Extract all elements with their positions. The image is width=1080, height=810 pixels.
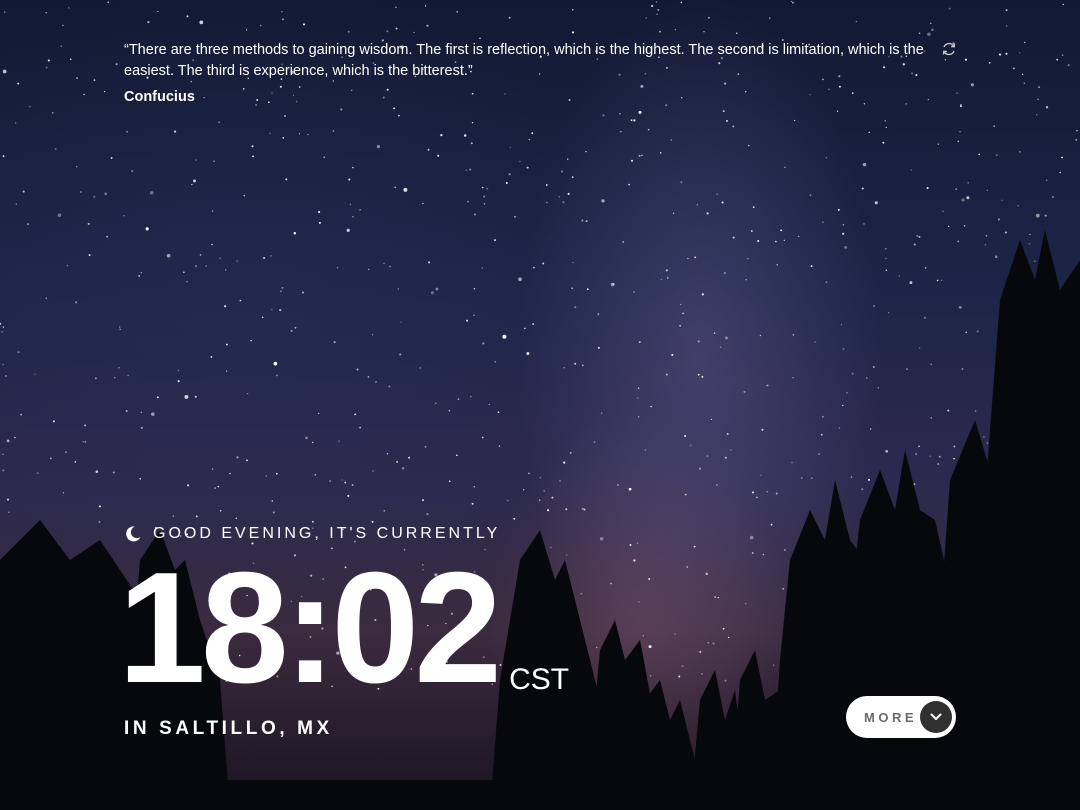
more-button[interactable]: MORE: [846, 696, 956, 738]
more-button-circle: [920, 701, 952, 733]
clock: 18:02 CST: [118, 540, 570, 716]
time-value: 18:02: [118, 540, 502, 716]
chevron-down-icon: [930, 713, 942, 720]
more-button-label: MORE: [864, 709, 917, 725]
time-zone: CST: [509, 663, 570, 696]
quote-author: Confucius: [124, 89, 195, 105]
refresh-icon[interactable]: [941, 41, 957, 57]
quote-text: “There are three methods to gaining wisd…: [124, 42, 924, 79]
quote-block: “There are three methods to gaining wisd…: [124, 40, 929, 105]
location: IN SALTILLO, MX: [124, 718, 333, 739]
